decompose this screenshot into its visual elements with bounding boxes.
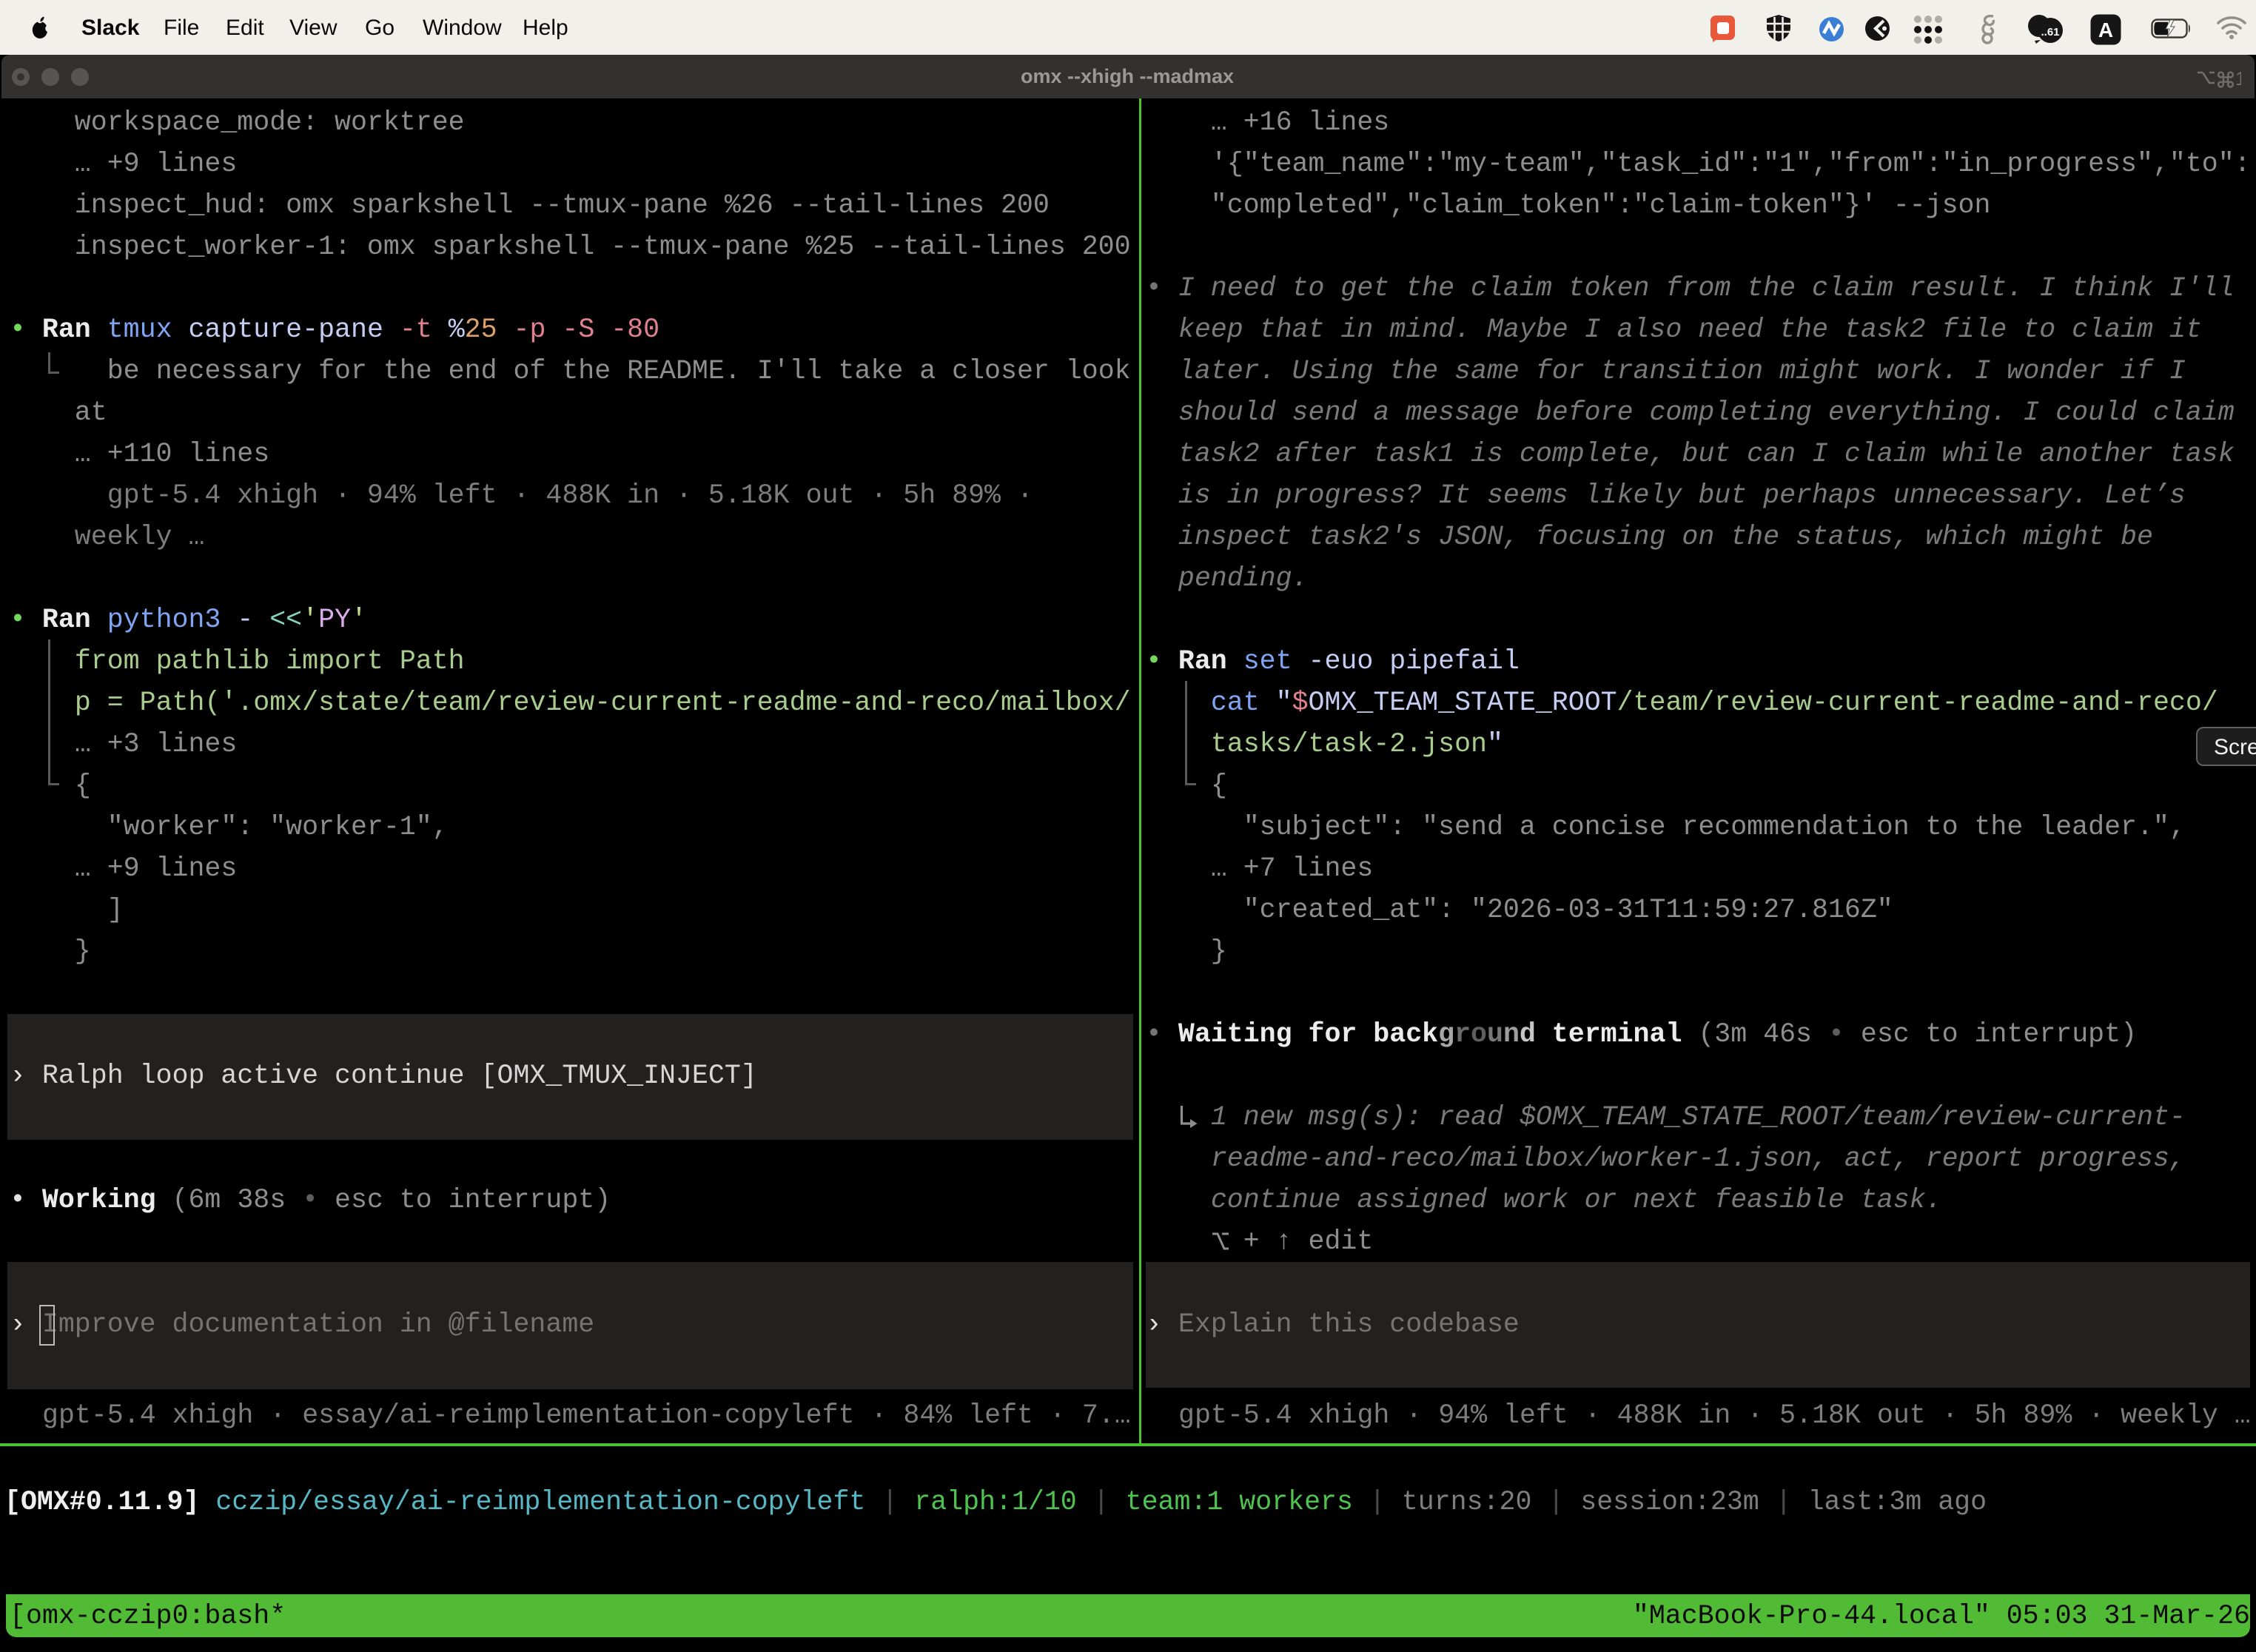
- svg-text:A: A: [2098, 19, 2113, 41]
- svg-text:1: 1: [2235, 67, 2241, 89]
- svg-text:..61: ..61: [2041, 26, 2059, 38]
